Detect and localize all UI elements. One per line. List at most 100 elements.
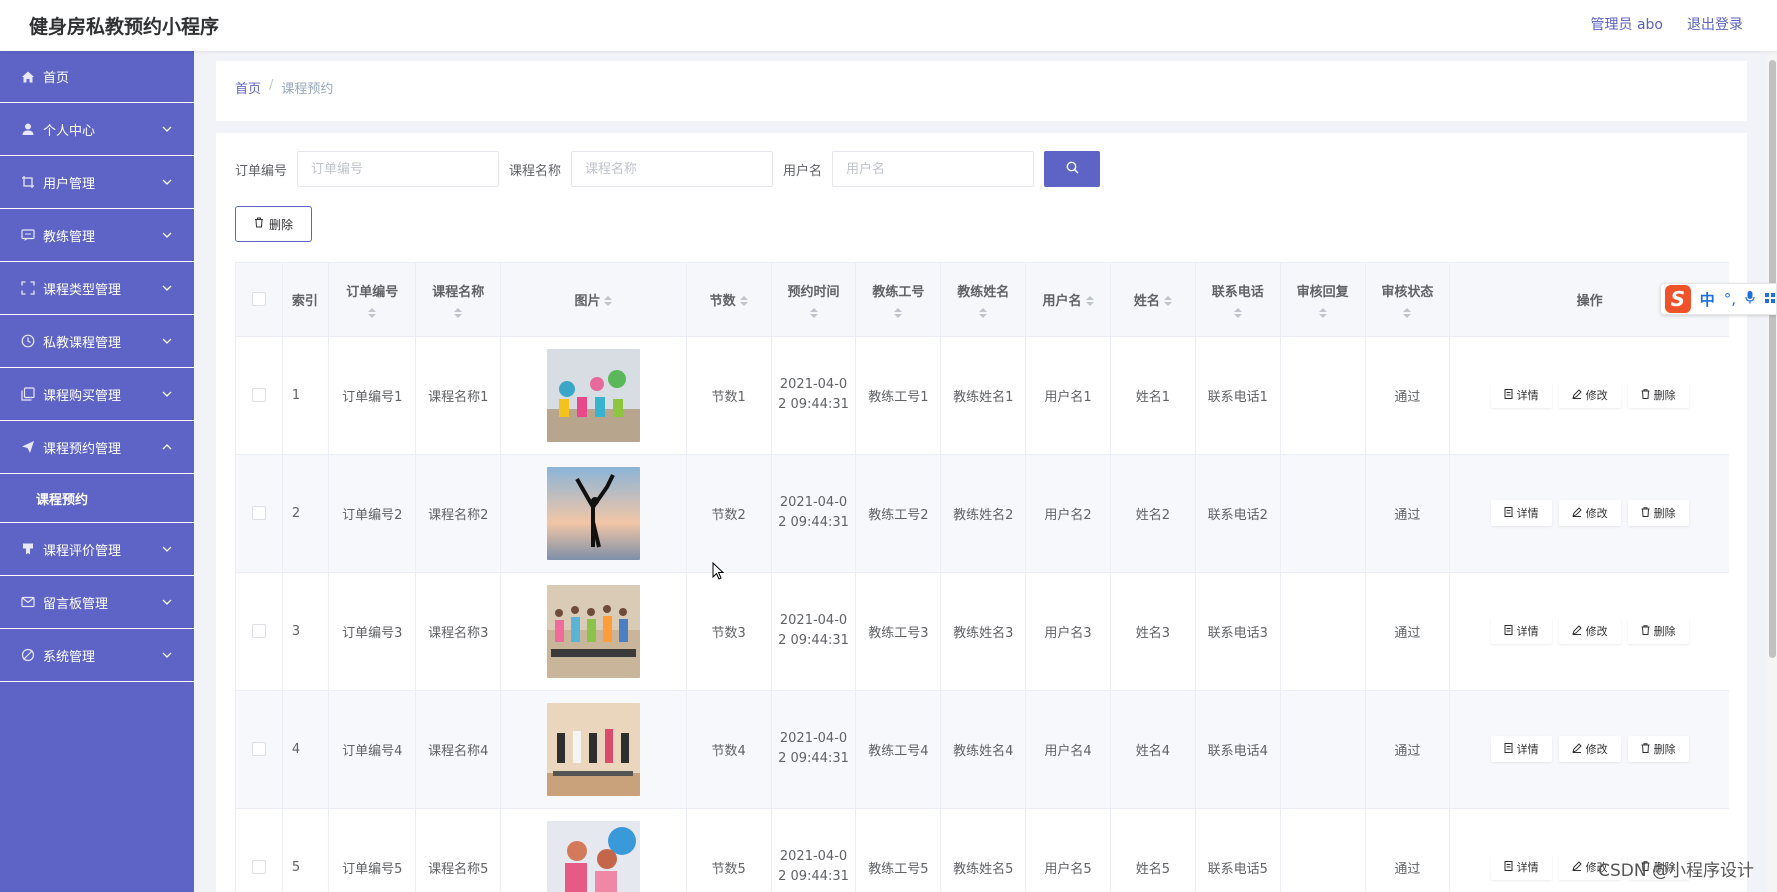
sort-icon[interactable] xyxy=(979,307,988,318)
col-review-reply[interactable]: 审核回复 xyxy=(1280,263,1366,337)
cell-course-name: 课程名称1 xyxy=(415,336,502,455)
sort-icon[interactable] xyxy=(1403,307,1412,318)
sidebar-item-course-type-management[interactable]: 课程类型管理 xyxy=(0,262,194,315)
sidebar-item-user-management[interactable]: 用户管理 xyxy=(0,156,194,209)
edit-button[interactable]: 修改 xyxy=(1558,618,1621,644)
home-icon xyxy=(20,69,36,85)
current-user[interactable]: 管理员 abo xyxy=(1591,14,1663,34)
cell-image xyxy=(500,572,687,691)
sidebar-item-personal-center[interactable]: 个人中心 xyxy=(0,103,194,156)
chevron-down-icon xyxy=(160,595,174,609)
col-review-status[interactable]: 审核状态 xyxy=(1365,263,1451,337)
sort-icon[interactable] xyxy=(454,307,463,318)
logout-link[interactable]: 退出登录 xyxy=(1687,14,1743,34)
detail-button[interactable]: 详情 xyxy=(1490,382,1552,408)
message-icon xyxy=(20,594,36,610)
edit-button[interactable]: 修改 xyxy=(1558,736,1621,762)
edit-icon xyxy=(1571,742,1582,756)
send-icon xyxy=(20,439,36,455)
edit-button[interactable]: 修改 xyxy=(1558,382,1621,408)
search-button[interactable] xyxy=(1044,151,1101,187)
sidebar-item-course-booking-management[interactable]: 课程预约管理 xyxy=(0,421,194,474)
bulk-delete-button[interactable]: 删除 xyxy=(235,206,312,242)
cell-review-reply xyxy=(1280,572,1366,691)
row-checkbox[interactable] xyxy=(236,336,283,455)
cell-phone: 联系电话2 xyxy=(1195,454,1281,573)
col-coach-name[interactable]: 教练姓名 xyxy=(940,263,1027,337)
sidebar-item-coach-management[interactable]: 教练管理 xyxy=(0,209,194,262)
sort-icon[interactable] xyxy=(1085,296,1094,307)
sidebar-item-home[interactable]: 首页 xyxy=(0,51,194,103)
detail-button[interactable]: 详情 xyxy=(1490,618,1552,644)
breadcrumb-home[interactable]: 首页 xyxy=(235,78,261,97)
chevron-down-icon xyxy=(160,175,174,189)
ime-toolbar[interactable]: S 中 °, xyxy=(1660,283,1777,315)
row-checkbox[interactable] xyxy=(236,454,283,573)
col-course-name[interactable]: 课程名称 xyxy=(415,263,502,337)
sort-icon[interactable] xyxy=(1163,296,1172,307)
course-thumbnail[interactable] xyxy=(546,820,640,892)
detail-button[interactable]: 详情 xyxy=(1490,736,1552,762)
course-name-label: 课程名称 xyxy=(509,163,562,179)
ime-mode[interactable]: 中 xyxy=(1700,289,1715,310)
sidebar-item-system-management[interactable]: 系统管理 xyxy=(0,629,194,682)
sort-icon[interactable] xyxy=(1233,307,1242,318)
trash-icon xyxy=(1641,388,1650,402)
cell-review-reply xyxy=(1280,808,1366,892)
col-order-no[interactable]: 订单编号 xyxy=(328,263,417,337)
sidebar-item-course-purchase-management[interactable]: 课程购买管理 xyxy=(0,368,194,421)
col-name[interactable]: 姓名 xyxy=(1110,263,1196,337)
delete-button[interactable]: 删除 xyxy=(1627,500,1689,526)
bulk-delete-label: 删除 xyxy=(268,217,293,232)
detail-button[interactable]: 详情 xyxy=(1490,500,1552,526)
sidebar-item-private-course-management[interactable]: 私教课程管理 xyxy=(0,315,194,368)
time-part: 2 09:44:31 xyxy=(778,515,849,530)
breadcrumb-card: 首页 / 课程预约 xyxy=(216,61,1747,121)
col-coach-id[interactable]: 教练工号 xyxy=(855,263,942,337)
col-sessions[interactable]: 节数 xyxy=(686,263,772,337)
edit-button[interactable]: 修改 xyxy=(1558,500,1621,526)
sidebar-subitem-course-booking[interactable]: 课程预约 xyxy=(0,474,194,523)
order-no-input[interactable] xyxy=(297,151,500,187)
row-checkbox[interactable] xyxy=(236,690,283,809)
crop-icon xyxy=(20,174,36,190)
edit-icon xyxy=(1571,388,1582,402)
col-booking-time[interactable]: 预约时间 xyxy=(771,263,857,337)
edit-icon xyxy=(1571,860,1582,874)
cell-order-no: 订单编号5 xyxy=(328,808,417,892)
delete-button[interactable]: 删除 xyxy=(1627,736,1689,762)
ime-punctuation[interactable]: °, xyxy=(1724,290,1736,308)
cell-order-no: 订单编号1 xyxy=(328,336,417,455)
sort-icon[interactable] xyxy=(1318,307,1327,318)
sidebar-item-message-board-management[interactable]: 留言板管理 xyxy=(0,576,194,629)
sort-icon[interactable] xyxy=(604,296,613,307)
row-checkbox[interactable] xyxy=(236,808,283,892)
mic-icon[interactable] xyxy=(1745,290,1755,308)
detail-button[interactable]: 详情 xyxy=(1490,854,1552,880)
sort-icon[interactable] xyxy=(809,307,818,318)
sort-icon[interactable] xyxy=(368,307,377,318)
course-thumbnail[interactable] xyxy=(546,466,640,560)
sort-icon[interactable] xyxy=(739,296,748,307)
select-all-checkbox[interactable] xyxy=(236,263,283,337)
sidebar-item-course-review-management[interactable]: 课程评价管理 xyxy=(0,523,194,576)
course-thumbnail[interactable] xyxy=(546,584,640,678)
course-thumbnail[interactable] xyxy=(546,702,640,796)
cell-actions: 详情 修改 删除 xyxy=(1449,454,1729,573)
col-image[interactable]: 图片 xyxy=(500,263,687,337)
delete-button[interactable]: 删除 xyxy=(1627,382,1689,408)
col-phone[interactable]: 联系电话 xyxy=(1195,263,1281,337)
detail-label: 详情 xyxy=(1516,507,1539,520)
delete-button[interactable]: 删除 xyxy=(1627,618,1689,644)
grid-icon[interactable] xyxy=(1764,290,1776,308)
username-input[interactable] xyxy=(832,151,1035,187)
course-name-input[interactable] xyxy=(571,151,774,187)
cell-sessions: 节数2 xyxy=(686,454,772,573)
detail-label: 详情 xyxy=(1516,389,1539,402)
sort-icon[interactable] xyxy=(894,307,903,318)
course-thumbnail[interactable] xyxy=(546,348,640,442)
col-username[interactable]: 用户名 xyxy=(1025,263,1111,337)
chevron-down-icon xyxy=(160,387,174,401)
row-checkbox[interactable] xyxy=(236,572,283,691)
page-scrollbar-thumb[interactable] xyxy=(1769,60,1776,658)
